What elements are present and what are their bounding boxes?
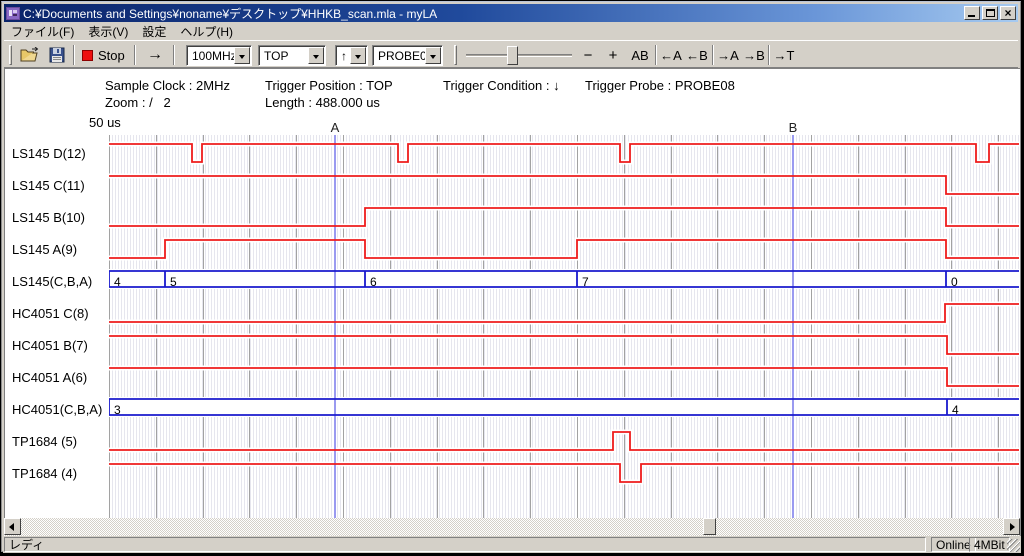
channel-label: HC4051 A(6) — [12, 370, 87, 385]
title-bar[interactable]: C:¥Documents and Settings¥noname¥デスクトップ¥… — [4, 4, 1018, 22]
status-bar: レディ Online 4MBit — [3, 536, 1021, 553]
svg-text:3: 3 — [114, 403, 121, 417]
menu-file[interactable]: ファイル(F) — [4, 22, 81, 41]
menu-settings[interactable]: 設定 — [135, 22, 173, 41]
cursor-label[interactable]: A — [328, 120, 342, 135]
svg-text:5: 5 — [170, 275, 177, 289]
single-run-button[interactable]: → — [142, 44, 168, 66]
trigger-position-value: TOP — [264, 49, 288, 63]
toolbar-separator — [768, 45, 770, 65]
move-b-right-button[interactable]: →B — [742, 44, 766, 66]
save-button[interactable] — [45, 44, 69, 66]
zoom-slider-track[interactable] — [466, 54, 572, 57]
menu-view[interactable]: 表示(V) — [81, 22, 135, 41]
zoom-slider-handle[interactable] — [507, 46, 518, 65]
menu-help[interactable]: ヘルプ(H) — [173, 22, 240, 41]
toolbar-separator — [655, 45, 657, 65]
waveform-svg[interactable]: 4 5 6 7 0 3 4 — [109, 135, 1019, 519]
maximize-icon — [986, 9, 995, 17]
zoom-in-button[interactable]: + — [603, 44, 623, 66]
scrollbar-thumb[interactable] — [703, 518, 716, 535]
channel-label: TP1684 (5) — [12, 434, 77, 449]
info-length: Length : 488.000 us — [265, 95, 380, 110]
info-zoom: Zoom : / 2 — [105, 95, 171, 110]
stop-label: Stop — [98, 48, 125, 63]
trigger-edge-value: ↑ — [341, 49, 347, 63]
cursor-label[interactable]: B — [786, 120, 800, 135]
app-window: C:¥Documents and Settings¥noname¥デスクトップ¥… — [1, 1, 1021, 552]
sample-clock-select[interactable]: 100MHz — [186, 45, 252, 66]
time-scale-label: 50 us — [89, 115, 121, 130]
svg-text:4: 4 — [952, 403, 959, 417]
minimize-button[interactable] — [964, 6, 980, 20]
trigger-position-select[interactable]: TOP — [258, 45, 326, 66]
sample-clock-value: 100MHz — [192, 49, 237, 63]
trigger-edge-select[interactable]: ↑ — [335, 45, 368, 66]
chevron-down-icon[interactable] — [350, 47, 366, 64]
channel-label: LS145 D(12) — [12, 146, 86, 161]
left-arrow-icon — [9, 523, 14, 531]
info-sample-clock: Sample Clock : 2MHz — [105, 78, 230, 93]
horizontal-scrollbar[interactable] — [4, 518, 1020, 536]
zoom-ab-button[interactable]: AB — [628, 44, 652, 66]
close-icon: × — [1001, 6, 1015, 20]
move-a-left-button[interactable]: ←A — [659, 44, 683, 66]
floppy-disk-icon — [49, 47, 65, 63]
open-folder-icon — [20, 47, 40, 63]
move-b-left-button[interactable]: ←B — [685, 44, 709, 66]
stop-icon — [82, 50, 93, 61]
svg-text:0: 0 — [951, 275, 958, 289]
toolbar-separator — [173, 45, 175, 65]
channel-label: LS145 B(10) — [12, 210, 85, 225]
move-a-right-button[interactable]: →A — [716, 44, 740, 66]
zoom-out-button[interactable]: − — [578, 44, 598, 66]
chevron-down-icon[interactable] — [308, 47, 324, 64]
channel-label: HC4051 B(7) — [12, 338, 88, 353]
channel-label: LS145 A(9) — [12, 242, 77, 257]
minimize-icon — [968, 15, 975, 17]
toolbar-grip[interactable] — [9, 45, 12, 65]
info-trigger-probe: Trigger Probe : PROBE08 — [585, 78, 735, 93]
toolbar-separator — [134, 45, 136, 65]
app-icon — [6, 7, 20, 20]
svg-text:4: 4 — [114, 275, 121, 289]
scroll-right-button[interactable] — [1003, 518, 1020, 535]
channel-label: HC4051 C(8) — [12, 306, 89, 321]
status-memory: 4MBit — [969, 537, 1010, 552]
menu-bar: ファイル(F) 表示(V) 設定 ヘルプ(H) — [4, 22, 1018, 40]
chevron-down-icon[interactable] — [234, 47, 250, 64]
scroll-left-button[interactable] — [4, 518, 21, 535]
svg-text:7: 7 — [582, 275, 589, 289]
status-message: レディ — [4, 537, 926, 552]
window-title: C:¥Documents and Settings¥noname¥デスクトップ¥… — [23, 5, 437, 22]
channel-label: LS145(C,B,A) — [12, 274, 92, 289]
right-arrow-icon: → — [147, 46, 163, 64]
info-trigger-condition: Trigger Condition : ↓ — [443, 78, 560, 93]
svg-text:6: 6 — [370, 275, 377, 289]
right-arrow-icon — [1010, 523, 1015, 531]
chevron-down-icon[interactable] — [425, 47, 441, 64]
maximize-button[interactable] — [982, 6, 998, 20]
toolbar-grip[interactable] — [454, 45, 457, 65]
channel-label: HC4051(C,B,A) — [12, 402, 102, 417]
info-trigger-position: Trigger Position : TOP — [265, 78, 393, 93]
goto-trigger-button[interactable]: →T — [772, 44, 796, 66]
channel-label: LS145 C(11) — [12, 178, 85, 193]
waveform-plot[interactable]: 4 5 6 7 0 3 4 — [109, 135, 1019, 519]
trigger-probe-select[interactable]: PROBE00 — [372, 45, 443, 66]
resize-grip[interactable] — [1007, 539, 1020, 552]
waveform-document: Sample Clock : 2MHz Zoom : / 2 Trigger P… — [4, 68, 1020, 518]
toolbar: Stop → 100MHz TOP ↑ PROBE00 − + AB — [4, 40, 1018, 68]
close-button[interactable]: × — [1000, 6, 1016, 20]
toolbar-separator — [73, 45, 75, 65]
channel-label: TP1684 (4) — [12, 466, 77, 481]
toolbar-separator — [712, 45, 714, 65]
stop-button[interactable]: Stop — [82, 44, 125, 66]
open-file-button[interactable] — [18, 44, 42, 66]
